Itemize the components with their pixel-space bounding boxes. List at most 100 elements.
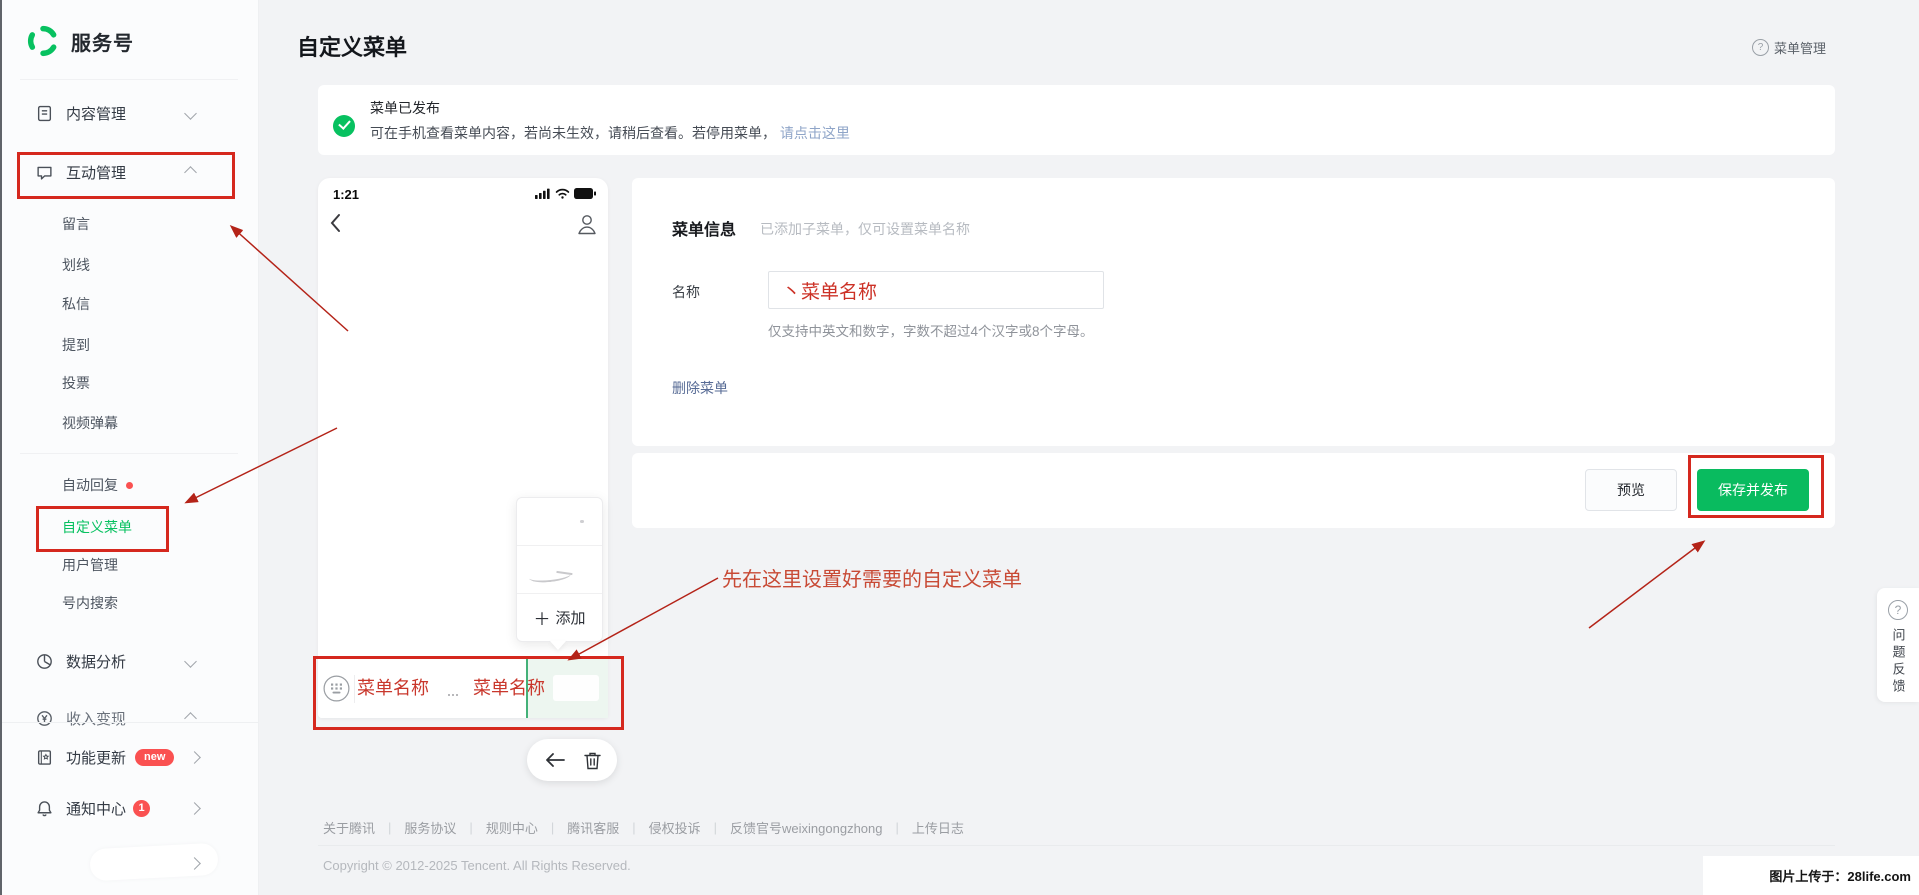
question-circle-icon: ? (1888, 600, 1908, 620)
wifi-icon (555, 188, 570, 199)
censored-mark (448, 691, 458, 696)
menu-slot-2[interactable]: 菜单名称 (473, 674, 545, 700)
sidebar-item-custom-menu[interactable]: 自定义菜单 (62, 514, 132, 540)
bell-icon (36, 800, 53, 817)
sidebar-item-notify-center[interactable]: 通知中心 1 (0, 793, 258, 823)
signal-icon (535, 188, 551, 199)
chevron-down-icon (184, 654, 197, 668)
brand-name: 服务号 (71, 32, 134, 55)
sidebar-item-private-msg[interactable]: 私信 (62, 291, 90, 317)
sidebar-item-account-search[interactable]: 号内搜索 (62, 590, 118, 616)
sidebar-item-content-mgmt[interactable]: 内容管理 (0, 98, 258, 128)
menu-name-input[interactable]: 丶菜单名称 (768, 271, 1104, 309)
preview-button[interactable]: 预览 (1585, 469, 1677, 511)
sidebar-item-account[interactable] (0, 848, 258, 878)
banner-title: 菜单已发布 (370, 100, 440, 116)
section-title: 菜单信息 (672, 222, 737, 239)
brand: 服务号 (26, 24, 134, 58)
sidebar-item-monetization[interactable]: 收入变现 (0, 703, 258, 733)
submenu-popup: ＋ 添加 (516, 497, 603, 642)
censored-mark (580, 520, 584, 523)
submenu-item-censored[interactable] (517, 498, 602, 546)
footer-link[interactable]: 侵权投诉 (649, 818, 701, 837)
book-icon (36, 749, 53, 766)
censored-mark (556, 562, 574, 576)
notification-count-badge: 1 (133, 799, 151, 817)
phone-preview: 1:21 ＋ 添加 菜单名称 菜单名称 (318, 178, 608, 718)
status-icons (535, 188, 596, 199)
footer-link[interactable]: 服务协议 (404, 818, 456, 837)
feedback-tab[interactable]: ? 问题反馈 (1877, 588, 1919, 702)
censored-patch (553, 675, 599, 701)
sidebar: 服务号 内容管理 互动管理 留言 划线 私信 提到 投票 视频弹幕 自动回复 自… (0, 0, 259, 895)
sidebar-divider (0, 722, 258, 723)
sidebar-divider (20, 79, 238, 80)
sidebar-item-underline[interactable]: 划线 (62, 252, 90, 278)
chevron-down-icon (184, 106, 197, 120)
menu-edit-toolbar (527, 739, 617, 781)
sidebar-item-interact-mgmt[interactable]: 互动管理 (0, 157, 258, 187)
sidebar-item-video-danmu[interactable]: 视频弹幕 (62, 410, 118, 436)
menu-info-card: 菜单信息 已添加子菜单，仅可设置菜单名称 名称 丶菜单名称 仅支持中英文和数字，… (632, 178, 1835, 446)
app-window: 服务号 内容管理 互动管理 留言 划线 私信 提到 投票 视频弹幕 自动回复 自… (0, 0, 1919, 895)
delete-menu-link[interactable]: 删除菜单 (672, 378, 728, 398)
back-arrow-icon[interactable] (544, 752, 566, 768)
footer-divider (318, 845, 1835, 846)
menu-manage-help-link[interactable]: ? 菜单管理 (1752, 38, 1826, 57)
publish-status-banner: 菜单已发布 可在手机查看菜单内容，若尚未生效，请稍后查看。若停用菜单， 请点击这… (318, 85, 1835, 155)
chat-icon (36, 164, 53, 181)
annotation-tip: 先在这里设置好需要的自定义菜单 (722, 569, 1022, 591)
sidebar-item-comments[interactable]: 留言 (62, 211, 90, 237)
back-chevron-icon[interactable] (326, 212, 346, 234)
footer-links: 关于腾讯 | 服务协议 | 规则中心 | 腾讯客服 | 侵权投诉 | 反馈官号weixin… (323, 818, 964, 837)
check-circle-icon (333, 115, 355, 137)
document-icon (36, 105, 53, 122)
status-time: 1:21 (333, 187, 360, 202)
chevron-right-icon (188, 801, 201, 815)
chevron-right-icon (188, 856, 201, 870)
sidebar-item-votes[interactable]: 投票 (62, 370, 90, 396)
wechat-brand-logo (26, 24, 60, 58)
sidebar-item-auto-reply[interactable]: 自动回复 (62, 472, 133, 498)
coin-icon (36, 710, 53, 727)
new-badge: new (135, 748, 175, 766)
copyright: Copyright © 2012-2025 Tencent. All Right… (323, 858, 631, 873)
banner-body: 可在手机查看菜单内容，若尚未生效，请稍后查看。若停用菜单， 请点击这里 (370, 125, 850, 141)
question-circle-icon: ? (1752, 39, 1769, 56)
sidebar-item-feature-update[interactable]: 功能更新 new (0, 742, 258, 772)
window-edge (0, 0, 2, 895)
chevron-right-icon (188, 750, 201, 764)
battery-icon (574, 188, 596, 199)
menu-slot-1[interactable]: 菜单名称 (357, 674, 429, 700)
add-submenu-button[interactable]: ＋ 添加 (517, 594, 602, 641)
keyboard-icon[interactable] (323, 675, 350, 702)
action-bar: 预览 保存并发布 (632, 453, 1835, 528)
sidebar-divider (20, 453, 238, 454)
feedback-label: 问题反馈 (1890, 628, 1906, 696)
footer-link[interactable]: 关于腾讯 (323, 818, 375, 837)
name-label: 名称 (672, 284, 700, 300)
image-watermark: 图片上传于：28life.com (1703, 856, 1919, 895)
plus-icon: ＋ (533, 610, 551, 629)
phone-menubar: 菜单名称 菜单名称 (318, 658, 608, 718)
popup-pointer (550, 641, 566, 650)
footer-link[interactable]: 上传日志 (912, 818, 964, 837)
save-publish-button[interactable]: 保存并发布 (1697, 469, 1809, 511)
sidebar-item-user-mgmt[interactable]: 用户管理 (62, 552, 118, 578)
name-rule-hint: 仅支持中英文和数字，字数不超过4个汉字或8个字母。 (768, 324, 1094, 339)
page-title: 自定义菜单 (297, 35, 408, 60)
menubar-separator (354, 675, 355, 703)
pie-chart-icon (36, 653, 53, 670)
footer-link[interactable]: 腾讯客服 (567, 818, 619, 837)
chevron-up-icon (184, 165, 197, 179)
sidebar-item-data-analysis[interactable]: 数据分析 (0, 646, 258, 676)
red-dot-badge (126, 481, 133, 489)
sidebar-item-mentions[interactable]: 提到 (62, 332, 90, 358)
trash-icon[interactable] (583, 751, 601, 770)
section-note: 已添加子菜单，仅可设置菜单名称 (760, 221, 970, 237)
footer-link[interactable]: 规则中心 (486, 818, 538, 837)
disable-menu-link[interactable]: 请点击这里 (780, 125, 850, 141)
submenu-item-censored[interactable] (517, 546, 602, 594)
person-icon[interactable] (576, 212, 598, 236)
footer-link[interactable]: 反馈官号weixingongzhong (730, 818, 882, 837)
